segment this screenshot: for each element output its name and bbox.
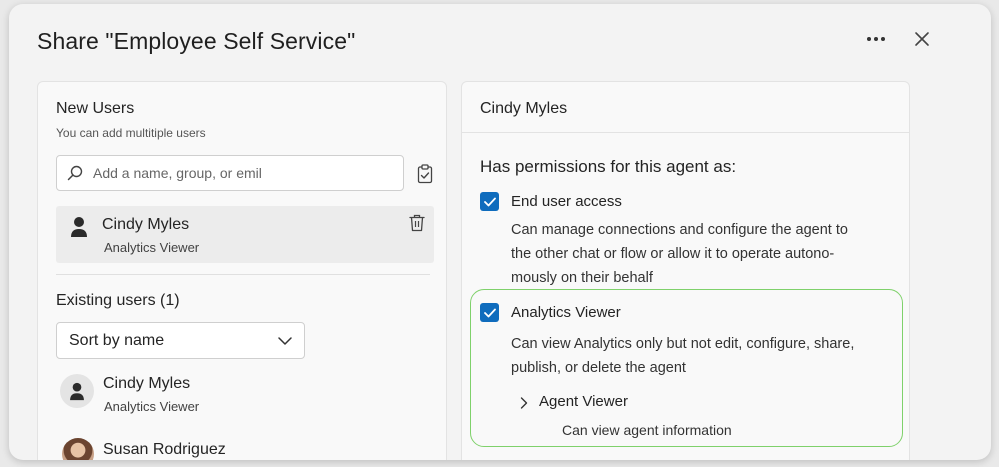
- new-users-panel: New Users You can add multitiple users C…: [37, 81, 447, 460]
- existing-user-role: Analytics Viewer: [104, 399, 200, 414]
- checkmark-icon: [483, 308, 496, 317]
- permission-title: Analytics Viewer: [511, 304, 621, 321]
- permission-description-line: the other chat or flow or allow it to op…: [511, 246, 835, 262]
- person-icon: [70, 382, 84, 400]
- new-user-role: Analytics Viewer: [104, 240, 200, 255]
- existing-user-name: Susan Rodriguez: [103, 441, 226, 458]
- section-divider: [56, 274, 430, 275]
- close-icon: [915, 32, 929, 46]
- permissions-panel-header: Cindy Myles: [462, 82, 909, 133]
- sort-selected-value: Sort by name: [69, 331, 165, 349]
- permission-title: End user access: [511, 193, 622, 210]
- search-icon: [67, 165, 83, 181]
- new-users-subtext: You can add multitiple users: [56, 126, 206, 140]
- checkmark-icon: [483, 197, 496, 206]
- permissions-panel: Cindy Myles Has permissions for this age…: [461, 81, 910, 460]
- new-user-name: Cindy Myles: [102, 216, 190, 233]
- permission-description-line: Can view Analytics only but not edit, co…: [511, 336, 855, 352]
- sort-dropdown[interactable]: Sort by name: [56, 322, 305, 359]
- more-horizontal-icon: [867, 37, 885, 41]
- permission-description-line: Can manage connections and configure the…: [511, 222, 848, 238]
- person-icon: [71, 217, 87, 237]
- permission-description-line: publish, or delete the agent: [511, 360, 686, 376]
- share-dialog: Share "Employee Self Service" New Users …: [9, 4, 991, 460]
- clipboard-check-icon: [417, 164, 433, 184]
- chevron-down-icon: [278, 336, 292, 345]
- avatar: [62, 438, 94, 460]
- existing-users-heading: Existing users (1): [56, 292, 180, 309]
- close-button[interactable]: [909, 26, 935, 52]
- permission-description-line: mously on their behalf: [511, 270, 653, 286]
- paste-users-button[interactable]: [414, 162, 436, 186]
- new-user-item[interactable]: Cindy Myles Analytics Viewer: [56, 206, 434, 263]
- chevron-right-icon[interactable]: [520, 397, 528, 409]
- more-options-button[interactable]: [863, 26, 889, 52]
- analytics-viewer-checkbox[interactable]: [480, 303, 499, 322]
- existing-user-name: Cindy Myles: [103, 375, 191, 392]
- remove-user-button[interactable]: [409, 214, 425, 237]
- agent-viewer-expander[interactable]: Agent Viewer: [539, 393, 628, 410]
- dialog-title: Share "Employee Self Service": [37, 28, 356, 54]
- search-field[interactable]: [56, 155, 404, 191]
- agent-viewer-description: Can view agent information: [562, 422, 732, 438]
- new-users-heading: New Users: [56, 100, 135, 117]
- permissions-heading: Has permissions for this agent as:: [480, 157, 737, 176]
- selected-user-name: Cindy Myles: [480, 100, 568, 117]
- trash-icon: [409, 214, 425, 232]
- avatar: [60, 374, 94, 408]
- end-user-access-checkbox[interactable]: [480, 192, 499, 211]
- search-input[interactable]: [93, 165, 383, 181]
